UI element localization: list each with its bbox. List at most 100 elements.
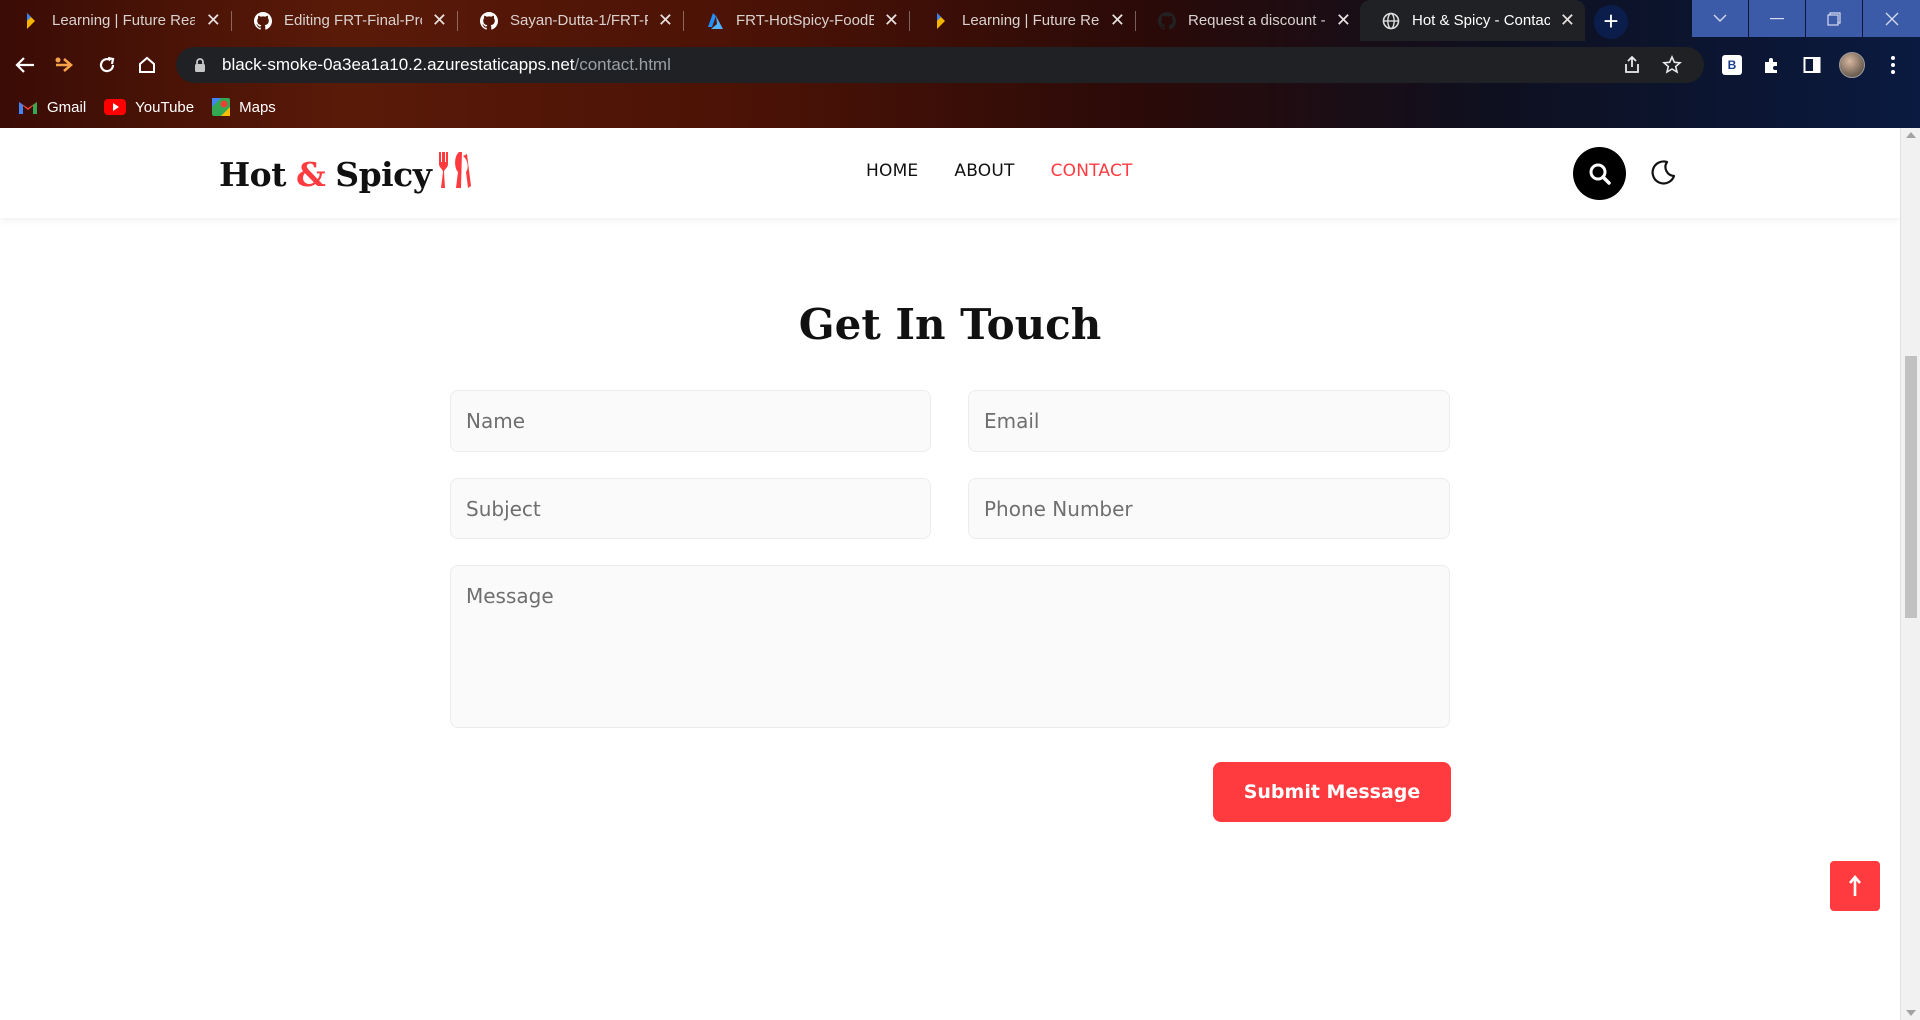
tab-label: Hot & Spicy - Contact bbox=[1412, 12, 1550, 29]
home-button[interactable] bbox=[132, 50, 162, 80]
arrow-left-icon bbox=[15, 57, 34, 73]
url-host: black-smoke-0a3ea1a10.2.azurestaticapps.… bbox=[222, 55, 575, 74]
bookmark-label: YouTube bbox=[135, 98, 195, 116]
phone-input[interactable] bbox=[968, 478, 1450, 539]
youtube-icon bbox=[104, 99, 127, 115]
browser-toolbar: black-smoke-0a3ea1a10.2.azurestaticapps.… bbox=[0, 41, 1920, 89]
bookmark-maps[interactable]: Maps bbox=[212, 98, 276, 116]
close-icon[interactable]: ✕ bbox=[205, 10, 221, 31]
site-header: Hot & Spicy HOME ABOUT CONTACT bbox=[0, 128, 1900, 218]
bookmarks-bar: Gmail YouTube Maps bbox=[0, 89, 1920, 125]
profile-avatar[interactable] bbox=[1837, 50, 1867, 80]
close-icon[interactable]: ✕ bbox=[1110, 10, 1125, 31]
puzzle-icon bbox=[1765, 58, 1777, 73]
forward-arrow-icon bbox=[55, 57, 73, 72]
name-input[interactable] bbox=[450, 390, 931, 452]
logo-word-hot: Hot bbox=[219, 154, 286, 194]
dark-mode-toggle[interactable] bbox=[1648, 158, 1678, 188]
tab-hot-spicy-contact[interactable]: Hot & Spicy - Contact ✕ bbox=[1360, 0, 1585, 41]
nav-home[interactable]: HOME bbox=[866, 161, 918, 181]
restore-button[interactable] bbox=[1806, 0, 1862, 37]
nav-contact[interactable]: CONTACT bbox=[1051, 161, 1133, 181]
restore-icon bbox=[1827, 11, 1841, 26]
tab-learning-2[interactable]: Learning | Future Ready ✕ bbox=[910, 0, 1135, 41]
tab-learning-1[interactable]: Learning | Future Ready ✕ bbox=[0, 0, 231, 41]
logo-word-spicy: Spicy bbox=[335, 154, 432, 194]
browser-chrome: Learning | Future Ready ✕ Editing FRT-Fi… bbox=[0, 0, 1920, 128]
close-icon[interactable]: ✕ bbox=[432, 10, 447, 31]
tab-label: Editing FRT-Final-Project bbox=[284, 12, 422, 29]
tab-sayan-repo[interactable]: Sayan-Dutta-1/FRT-Final ✕ bbox=[458, 0, 683, 41]
logo-ampersand: & bbox=[295, 154, 326, 194]
address-bar[interactable]: black-smoke-0a3ea1a10.2.azurestaticapps.… bbox=[176, 47, 1704, 83]
reload-icon bbox=[99, 56, 115, 73]
chevron-down-icon bbox=[1713, 14, 1727, 22]
main-nav: HOME ABOUT CONTACT bbox=[866, 161, 1133, 181]
extension-b-button[interactable]: B bbox=[1717, 50, 1747, 80]
nav-about[interactable]: ABOUT bbox=[954, 161, 1014, 181]
scroll-down-arrow-icon[interactable] bbox=[1906, 1010, 1916, 1016]
github-icon bbox=[480, 11, 498, 30]
side-panel-button[interactable] bbox=[1797, 50, 1827, 80]
bookmark-label: Gmail bbox=[47, 98, 87, 116]
tab-discount[interactable]: Request a discount - G ✕ bbox=[1136, 0, 1361, 41]
subject-input[interactable] bbox=[450, 478, 931, 539]
future-ready-icon bbox=[932, 12, 950, 30]
scrollbar-thumb[interactable] bbox=[1905, 356, 1917, 618]
close-icon[interactable]: ✕ bbox=[658, 10, 673, 31]
close-icon[interactable]: ✕ bbox=[884, 10, 899, 31]
star-icon[interactable] bbox=[1662, 55, 1682, 75]
back-button[interactable] bbox=[10, 50, 40, 80]
side-panel-icon bbox=[1803, 57, 1821, 73]
close-icon bbox=[1885, 12, 1898, 25]
github-icon bbox=[1158, 11, 1176, 30]
page-viewport: Hot & Spicy HOME ABOUT CONTACT Get In To… bbox=[0, 128, 1900, 1020]
email-input[interactable] bbox=[968, 390, 1450, 452]
more-vertical-icon bbox=[1891, 56, 1895, 74]
tab-strip: Learning | Future Ready ✕ Editing FRT-Fi… bbox=[0, 0, 1920, 41]
forward-extension-button[interactable] bbox=[50, 50, 80, 80]
extension-badge: B bbox=[1722, 55, 1742, 75]
url-path: /contact.html bbox=[574, 55, 671, 74]
azure-icon bbox=[706, 12, 724, 30]
lock-icon bbox=[195, 57, 205, 72]
close-icon[interactable]: ✕ bbox=[1336, 10, 1351, 31]
bookmark-gmail[interactable]: Gmail bbox=[18, 99, 86, 116]
tab-search-button[interactable] bbox=[1692, 0, 1748, 37]
reload-button[interactable] bbox=[92, 50, 122, 80]
scroll-to-top-button[interactable] bbox=[1830, 861, 1880, 911]
avatar bbox=[1839, 52, 1865, 78]
moon-icon bbox=[1651, 160, 1676, 185]
tab-azure[interactable]: FRT-HotSpicy-FoodBlog ✕ bbox=[684, 0, 909, 41]
extensions-button[interactable] bbox=[1757, 50, 1787, 80]
globe-icon bbox=[1382, 12, 1400, 30]
tab-label: FRT-HotSpicy-FoodBlog bbox=[736, 12, 874, 29]
share-icon[interactable] bbox=[1622, 55, 1642, 75]
search-button[interactable] bbox=[1573, 147, 1626, 200]
tab-label: Learning | Future Ready bbox=[52, 12, 196, 29]
message-textarea[interactable] bbox=[450, 565, 1450, 728]
utensils-icon bbox=[435, 150, 472, 198]
new-tab-button[interactable]: + bbox=[1594, 5, 1628, 39]
home-icon bbox=[139, 56, 155, 73]
tab-editing[interactable]: Editing FRT-Final-Project ✕ bbox=[232, 0, 457, 41]
browser-menu-button[interactable] bbox=[1878, 50, 1908, 80]
contact-title: Get In Touch bbox=[798, 300, 1102, 349]
scroll-up-arrow-icon[interactable] bbox=[1906, 132, 1916, 138]
submit-message-button[interactable]: Submit Message bbox=[1213, 762, 1451, 822]
site-logo[interactable]: Hot & Spicy bbox=[219, 150, 472, 198]
close-icon[interactable]: ✕ bbox=[1560, 10, 1575, 31]
search-icon bbox=[1589, 163, 1611, 185]
close-window-button[interactable] bbox=[1863, 0, 1920, 37]
bookmark-youtube[interactable]: YouTube bbox=[104, 99, 194, 116]
bookmark-label: Maps bbox=[239, 98, 276, 116]
github-icon bbox=[254, 11, 272, 30]
arrow-up-icon bbox=[1849, 874, 1861, 896]
minimize-button[interactable] bbox=[1749, 0, 1805, 37]
gmail-icon bbox=[19, 101, 37, 114]
page-scrollbar[interactable] bbox=[1900, 128, 1920, 1020]
future-ready-icon bbox=[22, 12, 40, 30]
tab-label: Sayan-Dutta-1/FRT-Final bbox=[510, 12, 648, 29]
maps-icon bbox=[212, 98, 231, 116]
tab-label: Request a discount - G bbox=[1188, 12, 1326, 29]
